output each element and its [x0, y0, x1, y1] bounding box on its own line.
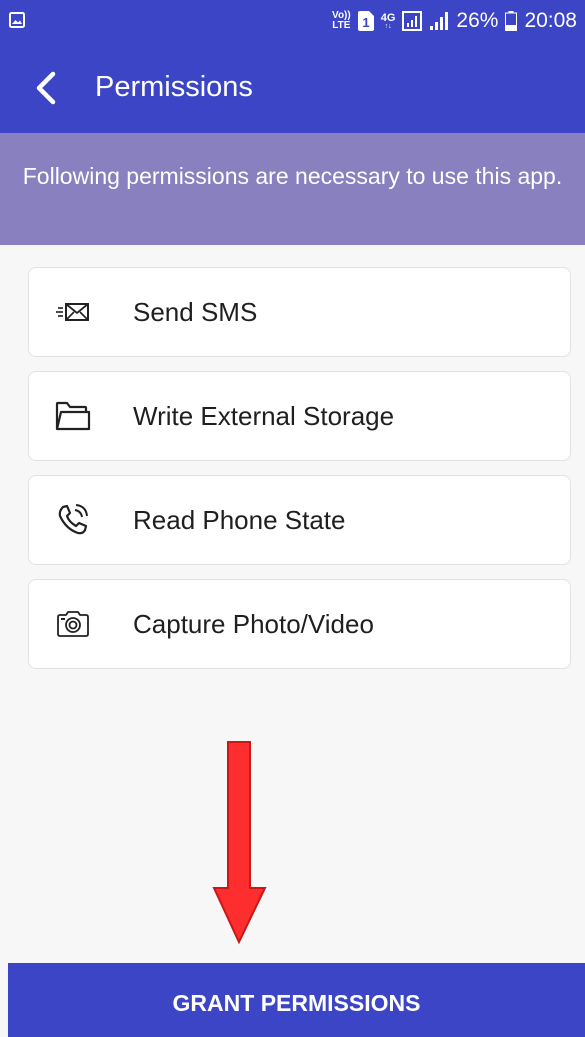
permission-item-read-phone-state: Read Phone State — [28, 475, 571, 565]
app-bar: Permissions — [0, 42, 585, 133]
folder-icon — [53, 398, 93, 434]
network-type-text: 4G — [380, 11, 396, 24]
status-bar: Vo)) LTE 1 4G ↑↓ 26% 20:08 — [0, 0, 585, 42]
camera-icon — [53, 606, 93, 642]
sim-card-icon: 1 — [357, 11, 374, 31]
volte-bottom-text: LTE — [332, 20, 351, 31]
permission-label: Capture Photo/Video — [133, 609, 374, 639]
permission-label: Write External Storage — [133, 401, 395, 431]
page-title: Permissions — [95, 71, 253, 103]
permission-label: Send SMS — [133, 297, 258, 327]
status-right-group: Vo)) LTE 1 4G ↑↓ 26% 20:08 — [332, 0, 577, 42]
gallery-notification-icon — [9, 12, 25, 28]
data-arrows-icon: ↑↓ — [384, 22, 392, 30]
network-type-indicator: 4G ↑↓ — [380, 11, 396, 30]
sms-envelope-icon — [53, 294, 93, 330]
grant-permissions-button[interactable]: GRANT PERMISSIONS — [8, 963, 585, 1037]
permission-item-send-sms: Send SMS — [28, 267, 571, 357]
permission-item-write-storage: Write External Storage — [28, 371, 571, 461]
sim-slot-number: 1 — [362, 15, 369, 30]
permissions-info-banner: Following permissions are necessary to u… — [0, 133, 585, 245]
battery-percent: 26% — [456, 9, 499, 32]
volte-indicator: Vo)) LTE — [332, 11, 351, 31]
signal-box-icon — [402, 11, 423, 31]
back-button[interactable] — [22, 64, 70, 112]
phone-ringing-icon — [53, 502, 93, 538]
permission-label: Read Phone State — [133, 505, 346, 535]
permission-item-capture-photo: Capture Photo/Video — [28, 579, 571, 669]
chevron-left-icon — [36, 71, 56, 105]
clock: 20:08 — [524, 9, 577, 32]
signal-strength-icon — [430, 12, 449, 30]
battery-icon — [505, 11, 518, 31]
down-arrow-annotation-icon — [212, 741, 267, 945]
permissions-screen: Vo)) LTE 1 4G ↑↓ 26% 20:08 Permissions F… — [0, 0, 585, 1037]
